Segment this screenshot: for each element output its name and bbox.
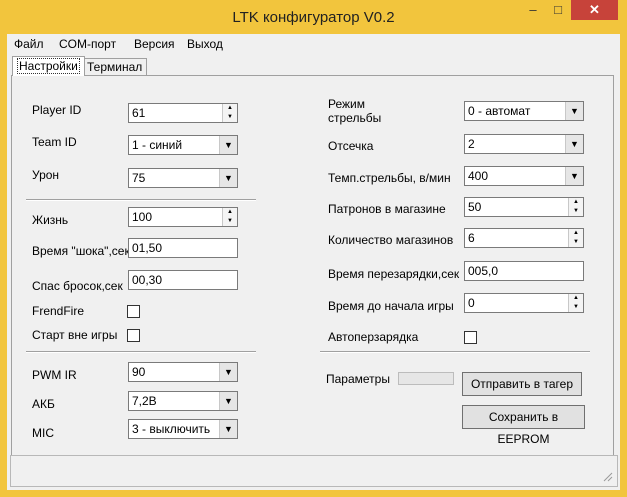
title-bar[interactable]: LTK конфигуратор V0.2 – □ ✕	[0, 0, 627, 34]
fire-mode-select[interactable]: 0 - автомат ▼	[464, 101, 584, 121]
cutoff-select[interactable]: 2 ▼	[464, 134, 584, 154]
shock-time-label: Время "шока",сек	[32, 244, 130, 258]
player-id-value: 61	[132, 106, 146, 120]
triangle-down-icon[interactable]: ▼	[568, 207, 583, 216]
shock-time-input[interactable]: 01,50	[128, 238, 238, 258]
chevron-down-icon[interactable]: ▼	[565, 135, 583, 153]
team-id-select[interactable]: 1 - синий ▼	[128, 135, 238, 155]
fire-rate-select[interactable]: 400 ▼	[464, 166, 584, 186]
menu-file[interactable]: Файл	[14, 37, 44, 51]
start-outside-label: Старт вне игры	[32, 328, 118, 342]
fire-mode-label: Режим стрельбы	[328, 97, 382, 125]
resize-grip-icon[interactable]	[601, 470, 613, 482]
close-button[interactable]: ✕	[571, 0, 618, 20]
tab-settings-label: Настройки	[17, 58, 80, 74]
pregame-spinner[interactable]: 0 ▲ ▼	[464, 293, 584, 313]
autoreload-checkbox[interactable]	[464, 331, 477, 344]
minimize-button[interactable]: –	[521, 0, 545, 20]
mic-value: 3 - выключить	[132, 422, 211, 436]
save-eeprom-button[interactable]: Сохранить в EEPROM	[462, 405, 585, 446]
life-value: 100	[132, 210, 153, 224]
chevron-down-icon[interactable]: ▼	[219, 136, 237, 154]
chevron-down-icon[interactable]: ▼	[219, 363, 237, 381]
triangle-down-icon[interactable]: ▼	[222, 217, 237, 226]
menu-exit[interactable]: Выход	[187, 37, 223, 51]
params-progress-bar	[398, 372, 454, 385]
separator	[26, 351, 256, 353]
akb-select[interactable]: 7,2В ▼	[128, 391, 238, 411]
chevron-down-icon[interactable]: ▼	[219, 420, 237, 438]
menu-version[interactable]: Версия	[134, 37, 175, 51]
respawn-input[interactable]: 00,30	[128, 270, 238, 290]
separator	[320, 351, 590, 353]
ammo-value: 50	[468, 200, 482, 214]
damage-label: Урон	[32, 168, 60, 182]
maximize-button[interactable]: □	[546, 0, 570, 20]
app-window: LTK конфигуратор V0.2 – □ ✕ Файл COM-пор…	[0, 0, 627, 497]
pregame-value: 0	[468, 296, 475, 310]
separator	[26, 199, 256, 201]
ammo-label: Патронов в магазине	[328, 202, 446, 216]
chevron-down-icon[interactable]: ▼	[565, 102, 583, 120]
menu-com-port[interactable]: COM-порт	[59, 37, 116, 51]
reload-label: Время перезарядки,сек	[328, 267, 460, 281]
player-id-spinner[interactable]: 61 ▲ ▼	[128, 103, 238, 123]
start-outside-checkbox[interactable]	[127, 329, 140, 342]
params-label: Параметры	[326, 372, 390, 386]
send-to-tagger-button[interactable]: Отправить в тагер	[462, 372, 582, 396]
client-area: Файл COM-порт Версия Выход Настройки Тер…	[7, 34, 620, 490]
fire-rate-value: 400	[468, 169, 489, 183]
friendfire-checkbox[interactable]	[127, 305, 140, 318]
chevron-down-icon[interactable]: ▼	[565, 167, 583, 185]
cutoff-label: Отсечка	[328, 139, 374, 153]
mags-spinner[interactable]: 6 ▲ ▼	[464, 228, 584, 248]
damage-select[interactable]: 75 ▼	[128, 168, 238, 188]
pregame-label: Время до начала игры	[328, 299, 454, 313]
mags-value: 6	[468, 231, 475, 245]
autoreload-label: Автоперзарядка	[328, 330, 419, 344]
respawn-label: Спас бросок,сек	[32, 279, 123, 293]
settings-panel: Player ID 61 ▲ ▼ Team ID 1 - синий ▼ Урон…	[11, 75, 614, 457]
friendfire-label: FrendFire	[32, 304, 85, 318]
triangle-down-icon[interactable]: ▼	[568, 238, 583, 247]
team-id-label: Team ID	[32, 135, 77, 149]
pwm-ir-label: PWM IR	[32, 368, 77, 382]
fire-rate-label: Темп.стрельбы, в/мин	[328, 171, 451, 185]
team-id-value: 1 - синий	[132, 138, 183, 152]
chevron-down-icon[interactable]: ▼	[219, 392, 237, 410]
pwm-ir-select[interactable]: 90 ▼	[128, 362, 238, 382]
mic-label: MIC	[32, 426, 54, 440]
chevron-down-icon[interactable]: ▼	[219, 169, 237, 187]
triangle-down-icon[interactable]: ▼	[568, 303, 583, 312]
fire-mode-value: 0 - автомат	[468, 104, 531, 118]
player-id-label: Player ID	[32, 103, 82, 117]
tab-terminal[interactable]: Терминал	[82, 58, 148, 76]
damage-value: 75	[132, 171, 146, 185]
mic-select[interactable]: 3 - выключить ▼	[128, 419, 238, 439]
menu-bar: Файл COM-порт Версия Выход	[7, 34, 620, 54]
ammo-spinner[interactable]: 50 ▲ ▼	[464, 197, 584, 217]
mags-label: Количество магазинов	[328, 233, 454, 247]
akb-value: 7,2В	[132, 394, 157, 408]
life-label: Жизнь	[32, 213, 69, 227]
life-spinner[interactable]: 100 ▲ ▼	[128, 207, 238, 227]
reload-input[interactable]: 005,0	[464, 261, 584, 281]
akb-label: АКБ	[32, 397, 55, 411]
pwm-ir-value: 90	[132, 365, 146, 379]
tab-settings[interactable]: Настройки	[12, 56, 85, 76]
status-bar	[10, 455, 618, 487]
triangle-down-icon[interactable]: ▼	[222, 113, 237, 122]
cutoff-value: 2	[468, 137, 475, 151]
